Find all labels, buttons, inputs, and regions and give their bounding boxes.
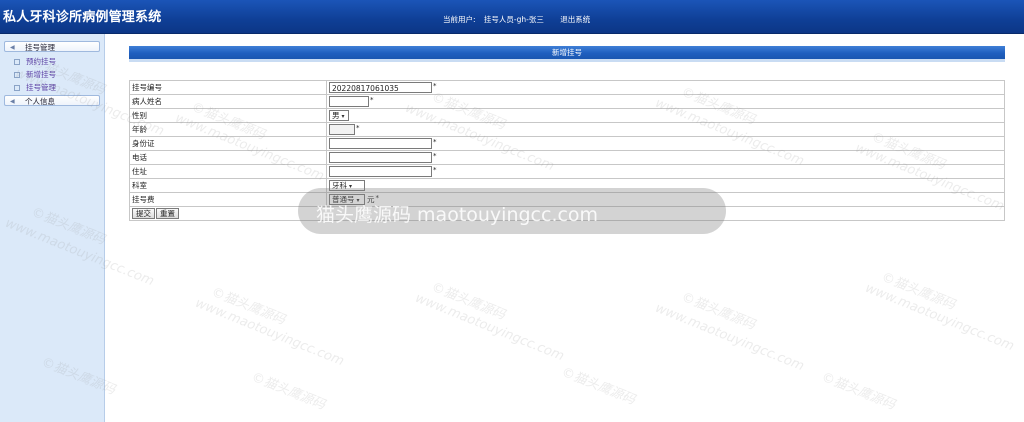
field-cell: 男 ▾ — [326, 108, 1005, 123]
chevron-icon: ◀ — [10, 44, 15, 51]
field-cell: * — [326, 150, 1005, 165]
watermark-text: ©猫头鹰源码 — [559, 364, 638, 408]
age-input[interactable] — [329, 124, 355, 135]
id-card-input[interactable] — [329, 138, 432, 149]
watermark-url: www.maotouyingcc.com — [862, 280, 1017, 355]
reset-button[interactable]: 重置 — [156, 208, 179, 219]
form-row-address: 住址 * — [129, 164, 1005, 179]
field-cell: 20220817061035 * — [326, 80, 1005, 95]
required-mark: * — [370, 96, 374, 104]
field-label: 住址 — [129, 164, 327, 179]
square-icon — [14, 72, 20, 78]
chevron-down-icon: ▾ — [349, 183, 353, 190]
form-row-actions: 提交 重置 — [129, 206, 1005, 221]
required-mark: * — [375, 193, 380, 202]
watermark-text: ©猫头鹰源码 — [679, 289, 758, 333]
watermark-url: www.maotouyingcc.com — [412, 290, 567, 365]
watermark-url: www.maotouyingcc.com — [192, 295, 347, 370]
required-mark: * — [433, 166, 437, 174]
watermark-text: ©猫头鹰源码 — [209, 284, 288, 328]
form-row-age: 年龄 * — [129, 122, 1005, 137]
fee-select[interactable]: 普通号 ▾ — [329, 194, 365, 206]
field-cell: * — [326, 136, 1005, 151]
sidebar-group-personal-info[interactable]: ◀ 个人信息 — [4, 95, 100, 106]
sidebar-group-registration[interactable]: ◀ 挂号管理 — [4, 41, 100, 52]
field-label: 病人姓名 — [129, 94, 327, 109]
chevron-icon: ◀ — [10, 98, 15, 105]
current-user-name: 挂号人员-gh-张三 — [483, 15, 544, 24]
watermark-text: ©猫头鹰源码 — [429, 279, 508, 323]
form-row-reg-no: 挂号编号 20220817061035 * — [129, 80, 1005, 95]
logout-link[interactable]: 退出系统 — [560, 15, 590, 24]
required-mark: * — [356, 124, 360, 132]
required-mark: * — [433, 82, 437, 90]
form-row-patient-name: 病人姓名 * — [129, 94, 1005, 109]
panel-title: 新增挂号 — [129, 46, 1005, 62]
field-cell: * — [326, 164, 1005, 179]
form-row-fee: 挂号费 普通号 ▾ 元* — [129, 192, 1005, 207]
sidebar-item-label: 挂号管理 — [26, 83, 56, 92]
field-cell: 牙科 ▾ — [326, 178, 1005, 193]
required-mark: * — [433, 152, 437, 160]
chevron-down-icon: ▾ — [356, 197, 360, 205]
form-row-id-card: 身份证 * — [129, 136, 1005, 151]
sidebar-item-new-registration[interactable]: 新增挂号 — [14, 69, 56, 80]
field-label: 年龄 — [129, 122, 327, 137]
fee-select-value: 普通号 — [332, 195, 355, 205]
required-mark: * — [433, 138, 437, 146]
address-input[interactable] — [329, 166, 432, 177]
actions-cell: 提交 重置 — [129, 206, 1005, 221]
sidebar-item-label: 预约挂号 — [26, 57, 56, 66]
gender-select[interactable]: 男 ▾ — [329, 110, 349, 121]
sidebar: ◀ 挂号管理 预约挂号 新增挂号 挂号管理 ◀ 个人信息 — [0, 34, 105, 422]
form-row-gender: 性别 男 ▾ — [129, 108, 1005, 123]
department-select-value: 牙科 — [332, 181, 347, 190]
field-label: 科室 — [129, 178, 327, 193]
gender-select-value: 男 — [332, 111, 340, 120]
field-label: 挂号费 — [129, 192, 327, 207]
department-select[interactable]: 牙科 ▾ — [329, 180, 365, 191]
watermark-text: ©猫头鹰源码 — [249, 369, 328, 413]
sidebar-group-label: 挂号管理 — [25, 43, 55, 52]
form-row-department: 科室 牙科 ▾ — [129, 178, 1005, 193]
app-title: 私人牙科诊所病例管理系统 — [3, 10, 162, 25]
square-icon — [14, 85, 20, 91]
field-label: 挂号编号 — [129, 80, 327, 95]
top-header: 私人牙科诊所病例管理系统 当前用户: 挂号人员-gh-张三 退出系统 — [0, 0, 1024, 34]
field-cell: * — [326, 94, 1005, 109]
patient-name-input[interactable] — [329, 96, 369, 107]
sidebar-item-label: 新增挂号 — [26, 70, 56, 79]
field-cell: * — [326, 122, 1005, 137]
submit-button[interactable]: 提交 — [132, 208, 155, 219]
square-icon — [14, 59, 20, 65]
watermark-url: www.maotouyingcc.com — [652, 300, 807, 375]
registration-form: 挂号编号 20220817061035 * 病人姓名 * 性别 男 ▾ 年龄 * 身… — [129, 80, 1005, 221]
current-user-label: 当前用户: — [443, 15, 476, 24]
form-row-phone: 电话 * — [129, 150, 1005, 165]
sidebar-item-appointment[interactable]: 预约挂号 — [14, 56, 56, 67]
fee-unit: 元 — [367, 194, 375, 204]
phone-input[interactable] — [329, 152, 432, 163]
field-label: 电话 — [129, 150, 327, 165]
header-user-info: 当前用户: 挂号人员-gh-张三 退出系统 — [443, 14, 590, 25]
sidebar-item-registration-management[interactable]: 挂号管理 — [14, 82, 56, 93]
watermark-text: ©猫头鹰源码 — [879, 269, 958, 313]
reg-no-input[interactable]: 20220817061035 — [329, 82, 432, 93]
watermark-text: ©猫头鹰源码 — [819, 369, 898, 413]
field-label: 身份证 — [129, 136, 327, 151]
chevron-down-icon: ▾ — [341, 113, 345, 120]
sidebar-group-label: 个人信息 — [25, 97, 55, 106]
field-cell: 普通号 ▾ 元* — [326, 192, 1005, 207]
field-label: 性别 — [129, 108, 327, 123]
